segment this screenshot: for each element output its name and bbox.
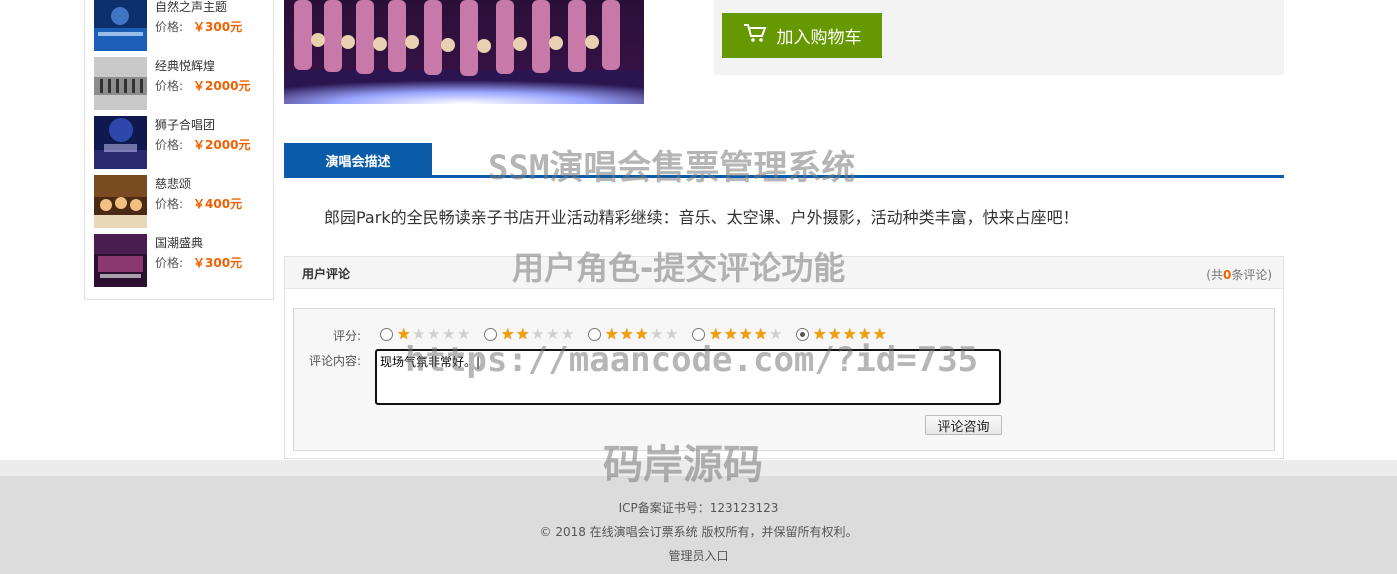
price-value: ￥400元 bbox=[193, 197, 243, 211]
footer: ICP备案证书号：123123123 © 2018 在线演唱会订票系统 版权所有… bbox=[0, 460, 1397, 574]
star-rating-icon: ★ ★ ★ ★ ★ bbox=[605, 324, 679, 343]
concert-name[interactable]: 经典悦辉煌 bbox=[155, 57, 215, 74]
submit-comment-button[interactable]: 评论咨询 bbox=[925, 415, 1002, 435]
concert-thumbnail[interactable] bbox=[94, 234, 147, 287]
concert-thumbnail[interactable] bbox=[94, 116, 147, 169]
page: 自然之声主题 价格: ￥300元 经典悦辉煌 价格: ￥2000元 狮子合唱团 价格… bbox=[0, 0, 1397, 574]
sidebar-item[interactable]: 狮子合唱团 价格: ￥2000元 bbox=[94, 116, 264, 169]
price-value: ￥2000元 bbox=[193, 79, 251, 93]
rating-option-5[interactable]: ★ ★ ★ ★ ★ bbox=[796, 325, 888, 343]
sidebar-item[interactable]: 国潮盛典 价格: ￥300元 bbox=[94, 234, 264, 287]
concert-price: 价格: ￥300元 bbox=[155, 254, 242, 271]
sidebar-concert-list: 自然之声主题 价格: ￥300元 经典悦辉煌 价格: ￥2000元 狮子合唱团 价格… bbox=[84, 0, 274, 300]
price-label: 价格: bbox=[155, 197, 184, 211]
star-rating-icon: ★ ★ ★ ★ ★ bbox=[501, 324, 575, 343]
rating-radio[interactable] bbox=[380, 327, 393, 341]
concert-thumbnail[interactable] bbox=[94, 57, 147, 110]
comment-header: 用户评论 (共0条评论) bbox=[285, 257, 1283, 289]
comment-title: 用户评论 bbox=[302, 267, 351, 281]
star-rating-icon: ★ ★ ★ ★ ★ bbox=[813, 324, 887, 343]
rating-label: 评分: bbox=[333, 329, 362, 343]
concert-price: 价格: ￥2000元 bbox=[155, 77, 250, 94]
count-suffix: 条评论) bbox=[1231, 268, 1272, 282]
rating-option-2[interactable]: ★ ★ ★ ★ ★ bbox=[484, 325, 576, 343]
concert-price: 价格: ￥400元 bbox=[155, 195, 242, 212]
concert-price: 价格: ￥300元 bbox=[155, 18, 242, 35]
concert-description: 郎园Park的全民畅读亲子书店开业活动精彩继续：音乐、太空课、户外摄影，活动种类… bbox=[324, 208, 1079, 227]
comment-form: 评分: ★ ★ ★ ★ ★ ★ ★ ★ ★ ★ ★ ★ ★ ★ ★ ★ ★ ★ ★ ★ ★ ★ ★ ★ ★ 评论内 bbox=[293, 308, 1275, 451]
add-to-cart-button[interactable]: 加入购物车 bbox=[722, 13, 882, 58]
rating-radio[interactable] bbox=[692, 327, 705, 341]
concert-name[interactable]: 自然之声主题 bbox=[155, 0, 227, 15]
cart-icon bbox=[743, 23, 767, 48]
rating-radio[interactable] bbox=[484, 327, 497, 341]
price-label: 价格: bbox=[155, 79, 184, 93]
price-label: 价格: bbox=[155, 20, 184, 34]
comment-section: 用户评论 (共0条评论) 评分: ★ ★ ★ ★ ★ ★ ★ ★ ★ ★ ★ ★ ★ ★ ★ ★ ★ ★ ★ ★ bbox=[284, 256, 1284, 459]
comment-textarea[interactable]: 现场气氛非常好。| bbox=[375, 349, 1001, 405]
rating-option-4[interactable]: ★ ★ ★ ★ ★ bbox=[692, 325, 784, 343]
sidebar-item[interactable]: 慈悲颂 价格: ￥400元 bbox=[94, 175, 264, 228]
sidebar-item[interactable]: 经典悦辉煌 价格: ￥2000元 bbox=[94, 57, 264, 110]
price-label: 价格: bbox=[155, 256, 184, 270]
concert-thumbnail[interactable] bbox=[94, 0, 147, 51]
star-rating-icon: ★ ★ ★ ★ ★ bbox=[397, 324, 471, 343]
buy-panel: 加入购物车 bbox=[714, 0, 1284, 75]
admin-login-link[interactable]: 管理员入口 bbox=[0, 547, 1397, 564]
concert-name[interactable]: 国潮盛典 bbox=[155, 234, 203, 251]
concert-thumbnail[interactable] bbox=[94, 175, 147, 228]
price-label: 价格: bbox=[155, 138, 184, 152]
count-prefix: (共 bbox=[1206, 268, 1223, 282]
rating-radio[interactable] bbox=[588, 327, 601, 341]
concert-price: 价格: ￥2000元 bbox=[155, 136, 250, 153]
rating-option-3[interactable]: ★ ★ ★ ★ ★ bbox=[588, 325, 680, 343]
concert-name[interactable]: 狮子合唱团 bbox=[155, 116, 215, 133]
star-rating-icon: ★ ★ ★ ★ ★ bbox=[709, 324, 783, 343]
rating-radio-selected[interactable] bbox=[796, 327, 809, 341]
price-value: ￥300元 bbox=[193, 256, 243, 270]
comment-content-label: 评论内容: bbox=[309, 354, 362, 368]
tab-description[interactable]: 演唱会描述 bbox=[284, 143, 432, 178]
sidebar-item[interactable]: 自然之声主题 价格: ￥300元 bbox=[94, 0, 264, 51]
add-to-cart-label: 加入购物车 bbox=[776, 28, 862, 48]
rating-option-1[interactable]: ★ ★ ★ ★ ★ bbox=[380, 325, 472, 343]
concert-main-image bbox=[284, 0, 644, 104]
comment-count: (共0条评论) bbox=[1206, 266, 1272, 283]
price-value: ￥300元 bbox=[193, 20, 243, 34]
concert-name[interactable]: 慈悲颂 bbox=[155, 175, 191, 192]
price-value: ￥2000元 bbox=[193, 138, 251, 152]
description-tab-bar: 演唱会描述 bbox=[284, 143, 1284, 178]
footer-copyright: © 2018 在线演唱会订票系统 版权所有，并保留所有权利。 bbox=[539, 525, 858, 539]
footer-icp: ICP备案证书号：123123123 bbox=[618, 501, 779, 515]
